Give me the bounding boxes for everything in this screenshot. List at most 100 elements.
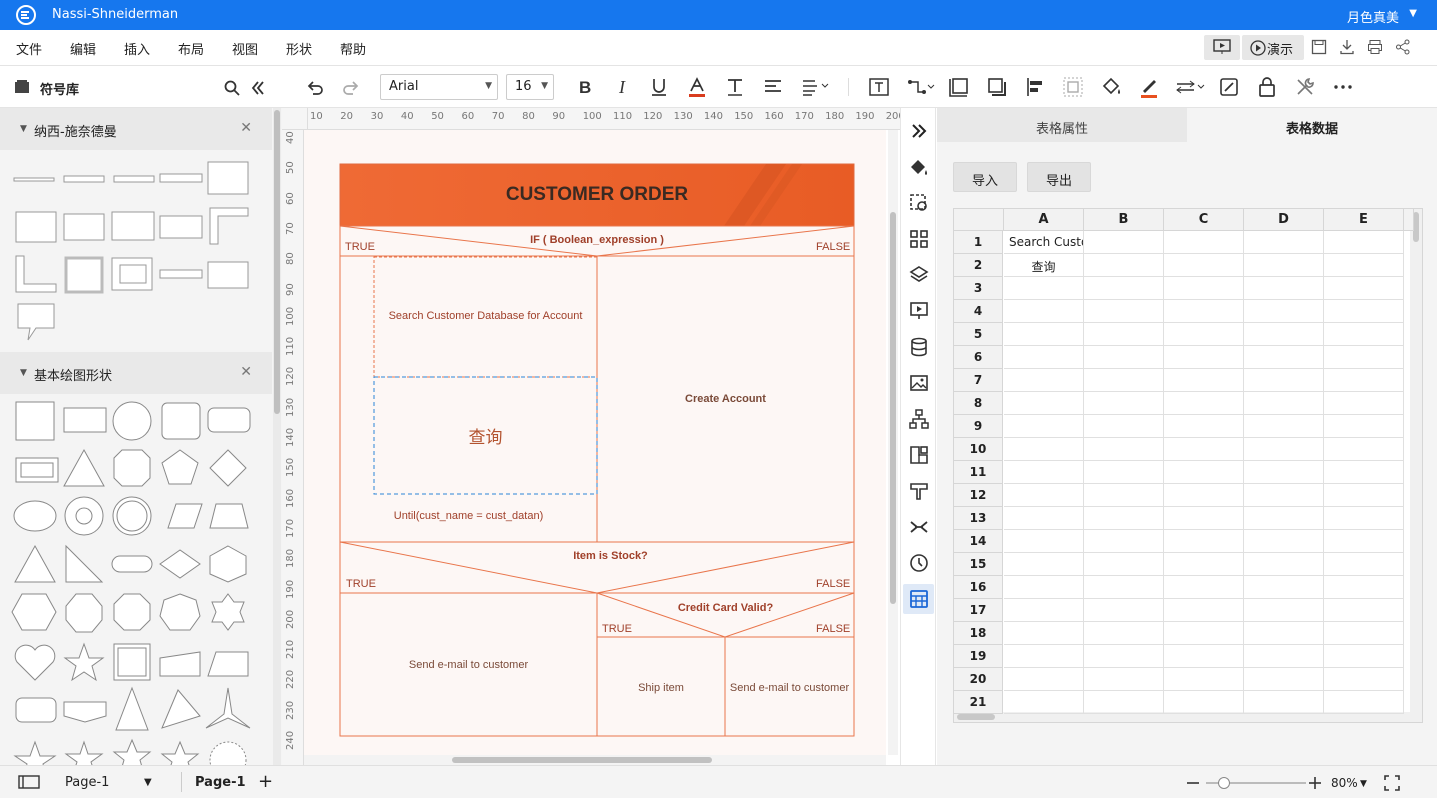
layers-icon[interactable] xyxy=(908,264,930,286)
grid-cell[interactable] xyxy=(1244,622,1324,645)
drawing-page[interactable]: CUSTOMER ORDER IF ( Boolean_expression )… xyxy=(304,130,886,755)
grid-cell[interactable] xyxy=(1164,438,1244,461)
grid-cell[interactable] xyxy=(1324,277,1404,300)
tools-icon[interactable] xyxy=(1294,76,1316,98)
grid-cell[interactable] xyxy=(1244,599,1324,622)
grid-cell[interactable] xyxy=(1244,668,1324,691)
grid-cell[interactable] xyxy=(1164,622,1244,645)
grid-cell[interactable] xyxy=(1084,668,1164,691)
grid-cell[interactable] xyxy=(1164,346,1244,369)
export-button[interactable]: 导出 xyxy=(1027,162,1091,192)
grid-cell[interactable] xyxy=(1164,231,1244,254)
row-header[interactable]: 14 xyxy=(954,530,1003,553)
library-scrollbar[interactable] xyxy=(273,108,281,765)
grid-cell[interactable] xyxy=(1324,530,1404,553)
grid-cell[interactable] xyxy=(1164,691,1244,714)
close-icon[interactable]: ✕ xyxy=(240,120,252,136)
edit-shape-icon[interactable] xyxy=(1218,76,1240,98)
close-icon[interactable]: ✕ xyxy=(240,364,252,380)
grid-cell[interactable] xyxy=(1164,277,1244,300)
grid-cell[interactable] xyxy=(1164,553,1244,576)
scrollbar-thumb[interactable] xyxy=(890,212,896,604)
nassi-shapes-grid[interactable] xyxy=(10,156,270,346)
menu-layout[interactable]: 布局 xyxy=(178,39,204,58)
grid-cell[interactable] xyxy=(1324,484,1404,507)
italic-icon[interactable]: I xyxy=(612,76,634,98)
save-icon[interactable] xyxy=(1311,39,1327,55)
grid-cell[interactable] xyxy=(1244,346,1324,369)
row-header[interactable]: 3 xyxy=(954,277,1003,300)
zoom-out-icon[interactable] xyxy=(1186,781,1200,785)
grid-cell[interactable] xyxy=(1324,369,1404,392)
grid-cell[interactable] xyxy=(1084,622,1164,645)
text-format-icon[interactable] xyxy=(724,76,746,98)
import-button[interactable]: 导入 xyxy=(953,162,1017,192)
grid-cell[interactable] xyxy=(1324,576,1404,599)
grid-icon[interactable] xyxy=(908,228,930,250)
grid-cell[interactable] xyxy=(1164,507,1244,530)
font-family-select[interactable]: Arial ▼ xyxy=(380,74,498,100)
grid-cell[interactable] xyxy=(1084,300,1164,323)
row-header[interactable]: 1 xyxy=(954,231,1003,254)
column-header-e[interactable]: E xyxy=(1324,209,1404,231)
underline-icon[interactable] xyxy=(648,76,670,98)
column-header-d[interactable]: D xyxy=(1244,209,1324,231)
menu-insert[interactable]: 插入 xyxy=(124,39,150,58)
font-size-select[interactable]: 16 ▼ xyxy=(506,74,554,100)
grid-cell[interactable] xyxy=(1244,553,1324,576)
grid-cell[interactable] xyxy=(1004,438,1084,461)
row-header[interactable]: 11 xyxy=(954,461,1003,484)
grid-cell[interactable] xyxy=(1164,484,1244,507)
grid-cell[interactable] xyxy=(1004,691,1084,714)
grid-cell[interactable] xyxy=(1324,231,1404,254)
column-header-c[interactable]: C xyxy=(1164,209,1244,231)
line-spacing-icon[interactable] xyxy=(800,76,830,98)
scrollbar-thumb[interactable] xyxy=(274,110,280,414)
text-box-icon[interactable] xyxy=(868,76,890,98)
present-button[interactable]: 演示 xyxy=(1242,35,1304,60)
slideshow-button[interactable] xyxy=(1204,35,1240,60)
row-header[interactable]: 10 xyxy=(954,438,1003,461)
row-header[interactable]: 13 xyxy=(954,507,1003,530)
grid-cell[interactable] xyxy=(1084,530,1164,553)
grid-cell[interactable] xyxy=(1164,645,1244,668)
grid-cell[interactable] xyxy=(1164,530,1244,553)
share-icon[interactable] xyxy=(1395,39,1411,55)
image-icon[interactable] xyxy=(908,372,930,394)
grid-cell[interactable] xyxy=(1004,300,1084,323)
grid-cell[interactable] xyxy=(1244,254,1324,277)
redo-icon[interactable] xyxy=(340,76,362,98)
grid-cell[interactable] xyxy=(1244,484,1324,507)
scrollbar-thumb[interactable] xyxy=(452,757,712,763)
grid-cell[interactable] xyxy=(1004,461,1084,484)
grid-cell[interactable] xyxy=(1324,254,1404,277)
grid-cell[interactable] xyxy=(1084,369,1164,392)
collapse-panel-icon[interactable] xyxy=(250,80,266,96)
row-header[interactable]: 5 xyxy=(954,323,1003,346)
bold-icon[interactable]: B xyxy=(574,76,596,98)
grid-cell[interactable] xyxy=(1084,691,1164,714)
format-painter-icon[interactable] xyxy=(908,480,930,502)
grid-cell[interactable] xyxy=(1324,645,1404,668)
grid-cell[interactable] xyxy=(1084,645,1164,668)
row-header[interactable]: 20 xyxy=(954,668,1003,691)
menu-file[interactable]: 文件 xyxy=(16,39,42,58)
grid-cell[interactable] xyxy=(1004,530,1084,553)
grid-cell[interactable] xyxy=(1244,530,1324,553)
grid-cell[interactable] xyxy=(1244,300,1324,323)
grid-cell[interactable] xyxy=(1084,346,1164,369)
grid-cell[interactable] xyxy=(1324,392,1404,415)
row-header[interactable]: 6 xyxy=(954,346,1003,369)
connector-icon[interactable] xyxy=(906,76,936,98)
component-icon[interactable] xyxy=(908,444,930,466)
grid-cell[interactable] xyxy=(1164,576,1244,599)
align-left-icon[interactable] xyxy=(1024,76,1046,98)
grid-cell[interactable] xyxy=(1324,599,1404,622)
page-select[interactable]: Page-1 xyxy=(65,775,109,790)
grid-cell[interactable] xyxy=(1004,576,1084,599)
zoom-level[interactable]: 80% xyxy=(1331,776,1358,790)
grid-cell[interactable] xyxy=(1324,323,1404,346)
grid-cell[interactable] xyxy=(1004,622,1084,645)
grid-cell[interactable] xyxy=(1324,691,1404,714)
grid-cell[interactable] xyxy=(1004,323,1084,346)
